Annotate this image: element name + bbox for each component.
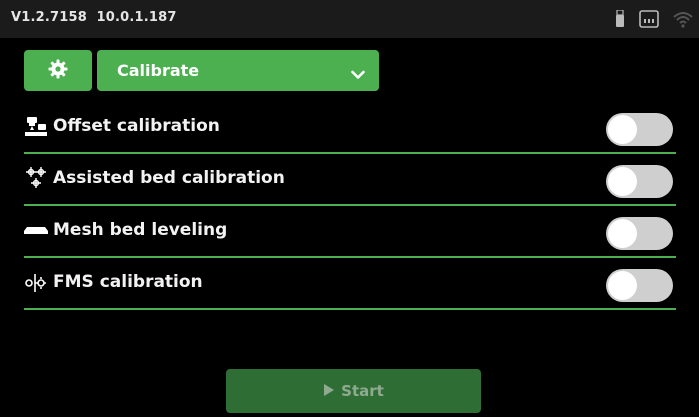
calibration-option-offset: Offset calibration	[24, 102, 676, 154]
status-bar: V1.2.7158 10.0.1.187	[0, 0, 699, 38]
toggle-knob	[608, 271, 637, 300]
assisted-bed-icon	[24, 167, 48, 189]
ip-address: 10.0.1.187	[96, 10, 177, 25]
firmware-version: V1.2.7158	[11, 10, 88, 25]
wifi-icon	[673, 10, 693, 28]
usb-icon	[615, 10, 625, 28]
calibration-option-label: Offset calibration	[53, 116, 220, 136]
start-button-label: Start	[341, 382, 384, 400]
calibration-option-label: FMS calibration	[53, 272, 203, 292]
assisted-bed-calibration-toggle[interactable]	[606, 165, 673, 198]
gear-icon	[48, 59, 68, 83]
mesh-bed-icon	[24, 219, 48, 241]
calibration-option-label: Assisted bed calibration	[53, 168, 285, 188]
calibration-option-label: Mesh bed leveling	[53, 220, 228, 240]
start-button[interactable]: Start	[226, 369, 481, 413]
toggle-knob	[608, 115, 637, 144]
status-icons	[615, 8, 693, 30]
fms-calibration-toggle[interactable]	[606, 269, 673, 302]
settings-button[interactable]	[24, 50, 92, 91]
toggle-knob	[608, 219, 637, 248]
mode-dropdown-value: Calibrate	[117, 61, 200, 80]
version-info: V1.2.7158 10.0.1.187	[11, 10, 177, 25]
offset-calibration-toggle[interactable]	[606, 113, 673, 146]
calibration-option-fms: FMS calibration	[24, 258, 676, 310]
play-icon	[323, 382, 335, 401]
offset-calibration-icon	[24, 115, 48, 137]
fms-calibration-icon	[24, 271, 48, 293]
calibration-option-assisted-bed: Assisted bed calibration	[24, 154, 676, 206]
ethernet-icon	[639, 10, 659, 28]
calibration-option-mesh-bed: Mesh bed leveling	[24, 206, 676, 258]
chevron-down-icon	[351, 65, 365, 84]
toggle-knob	[608, 167, 637, 196]
mesh-bed-leveling-toggle[interactable]	[606, 217, 673, 250]
mode-dropdown[interactable]: Calibrate	[97, 50, 379, 91]
